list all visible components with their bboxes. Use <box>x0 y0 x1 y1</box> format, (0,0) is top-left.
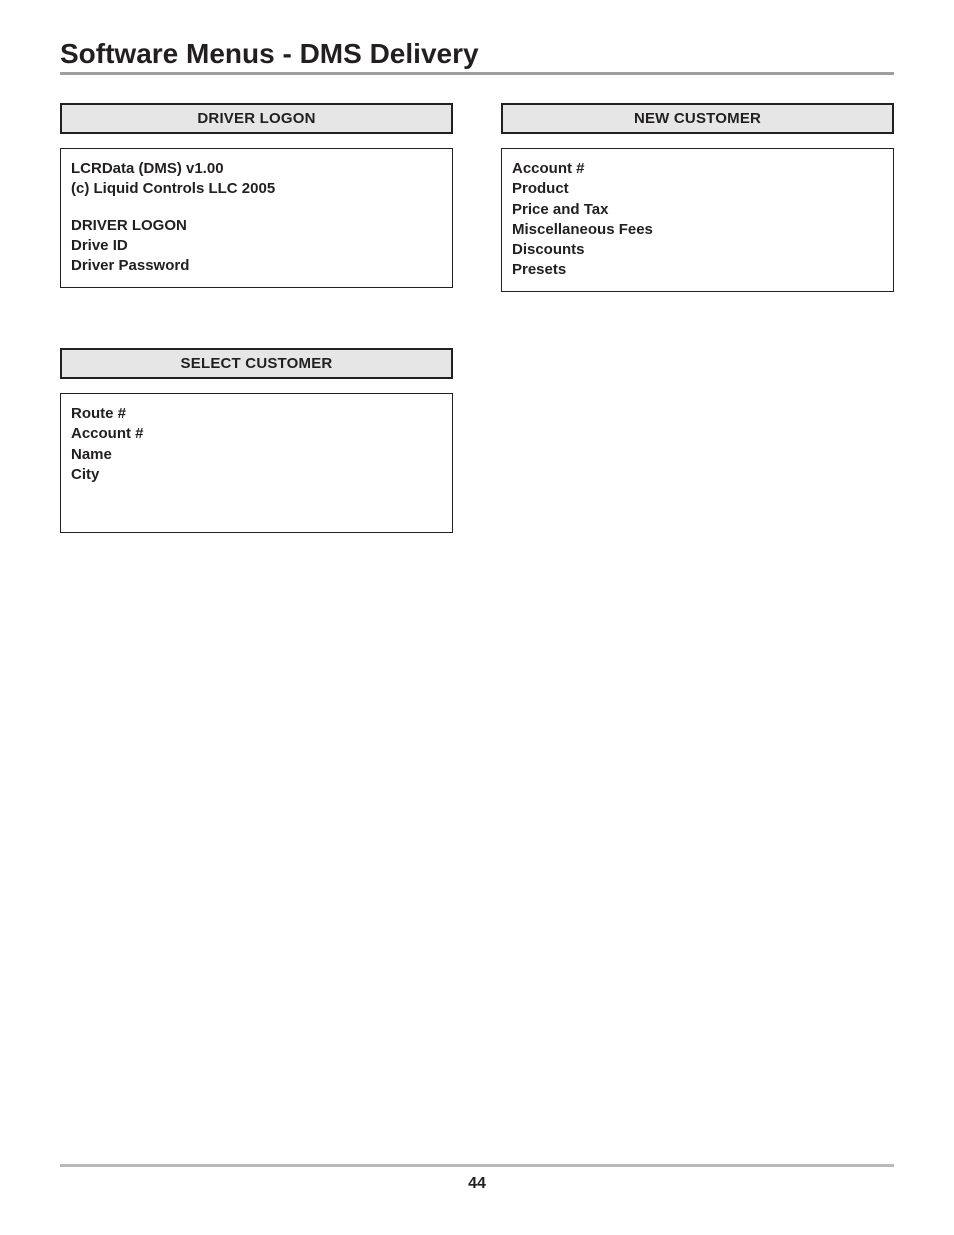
driver-logon-line: Driver Password <box>71 256 442 276</box>
new-customer-line: Account # <box>512 159 883 179</box>
title-rule <box>60 72 894 75</box>
driver-logon-line: Drive ID <box>71 236 442 256</box>
select-customer-line: Name <box>71 445 442 465</box>
driver-logon-line: (c) Liquid Controls LLC 2005 <box>71 179 442 199</box>
right-column: NEW CUSTOMER Account # Product Price and… <box>501 103 894 593</box>
new-customer-body: Account # Product Price and Tax Miscella… <box>501 148 894 292</box>
columns-container: DRIVER LOGON LCRData (DMS) v1.00 (c) Liq… <box>60 103 894 593</box>
select-customer-line: Account # <box>71 424 442 444</box>
driver-logon-body: LCRData (DMS) v1.00 (c) Liquid Controls … <box>60 148 453 288</box>
select-customer-block: SELECT CUSTOMER Route # Account # Name C… <box>60 348 453 533</box>
new-customer-line: Price and Tax <box>512 200 883 220</box>
new-customer-header: NEW CUSTOMER <box>501 103 894 134</box>
page-footer: 44 <box>60 1164 894 1193</box>
new-customer-line: Discounts <box>512 240 883 260</box>
driver-logon-line: DRIVER LOGON <box>71 216 442 236</box>
select-customer-line: City <box>71 465 442 485</box>
driver-logon-header: DRIVER LOGON <box>60 103 453 134</box>
new-customer-line: Presets <box>512 260 883 280</box>
new-customer-line: Miscellaneous Fees <box>512 220 883 240</box>
select-customer-body: Route # Account # Name City <box>60 393 453 533</box>
select-customer-header: SELECT CUSTOMER <box>60 348 453 379</box>
new-customer-line: Product <box>512 179 883 199</box>
driver-logon-line: LCRData (DMS) v1.00 <box>71 159 442 179</box>
footer-rule <box>60 1164 894 1167</box>
driver-logon-block: DRIVER LOGON LCRData (DMS) v1.00 (c) Liq… <box>60 103 453 288</box>
page-title: Software Menus - DMS Delivery <box>60 38 894 70</box>
page-number: 44 <box>60 1175 894 1193</box>
left-column: DRIVER LOGON LCRData (DMS) v1.00 (c) Liq… <box>60 103 453 593</box>
select-customer-line: Route # <box>71 404 442 424</box>
new-customer-block: NEW CUSTOMER Account # Product Price and… <box>501 103 894 292</box>
